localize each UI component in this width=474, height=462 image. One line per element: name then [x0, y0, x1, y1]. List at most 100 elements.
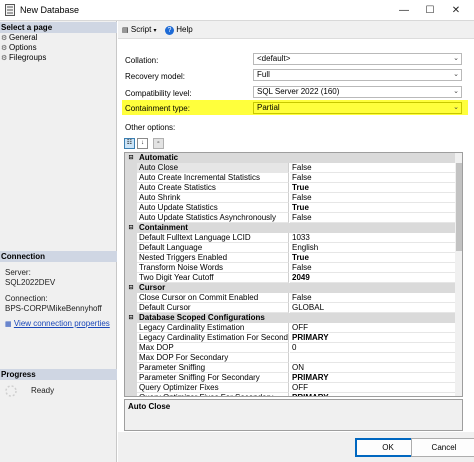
row-margin	[125, 343, 137, 353]
connection-label: Connection:	[5, 294, 48, 303]
row-margin	[125, 163, 137, 173]
property-row[interactable]: Auto Shrink False	[125, 193, 455, 203]
property-row[interactable]: Max DOP 0	[125, 343, 455, 353]
alphabetical-sort-button[interactable]: ↓	[137, 138, 148, 149]
row-margin	[125, 183, 137, 193]
property-value[interactable]: False	[290, 293, 455, 303]
containment-type-combo[interactable]: Partial ⌄	[253, 102, 462, 114]
property-name: Parameter Sniffing For Secondary	[137, 373, 289, 383]
row-margin	[125, 303, 137, 313]
compatibility-level-label: Compatibility level:	[125, 89, 192, 98]
property-value[interactable]: True	[290, 183, 455, 193]
property-value[interactable]: False	[290, 263, 455, 273]
row-margin	[125, 233, 137, 243]
property-pages-button[interactable]: ▫	[153, 138, 164, 149]
close-button[interactable]: ✕	[443, 0, 469, 21]
left-pane: Select a page ⚙ General ⚙ Options ⚙ Filegro…	[0, 21, 117, 462]
property-row[interactable]: Two Digit Year Cutoff 2049	[125, 273, 455, 283]
property-name: Auto Update Statistics	[137, 203, 289, 213]
chevron-down-icon: ⌄	[453, 88, 459, 95]
property-row[interactable]: Auto Update Statistics Asynchronously Fal…	[125, 213, 455, 223]
property-category-row[interactable]: ⊟ Containment	[125, 223, 455, 233]
property-value[interactable]: 2049	[290, 273, 455, 283]
main-pane: ▤ Script ▾ ? Help Collation: <default> ⌄…	[118, 21, 474, 462]
row-margin	[125, 213, 137, 223]
chevron-down-icon: ⌄	[453, 71, 459, 78]
view-connection-properties-link[interactable]: ▦ View connection properties	[5, 319, 110, 330]
property-category-row[interactable]: ⊟ Database Scoped Configurations	[125, 313, 455, 323]
property-row[interactable]: Nested Triggers Enabled True	[125, 253, 455, 263]
az-sort-icon: ↓	[141, 140, 144, 146]
property-row[interactable]: Auto Create Incremental Statistics False	[125, 173, 455, 183]
chevron-down-icon: ⌄	[453, 55, 459, 62]
property-value[interactable]: False	[290, 173, 455, 183]
recovery-model-combo[interactable]: Full ⌄	[253, 69, 462, 81]
properties-icon: ▦	[5, 321, 12, 328]
collation-label: Collation:	[125, 56, 159, 65]
property-row[interactable]: Max DOP For Secondary	[125, 353, 455, 363]
row-margin	[125, 393, 137, 396]
property-row[interactable]: Close Cursor on Commit Enabled False	[125, 293, 455, 303]
property-value[interactable]: True	[290, 203, 455, 213]
property-value[interactable]: ON	[290, 363, 455, 373]
minimize-button[interactable]: —	[391, 0, 417, 21]
property-row[interactable]: Query Optimizer Fixes For SecondaryPRIMA…	[125, 393, 455, 396]
property-category-row[interactable]: ⊟ Cursor	[125, 283, 455, 293]
help-button[interactable]: ? Help	[165, 24, 193, 36]
cancel-button[interactable]: Cancel	[411, 438, 474, 457]
property-value[interactable]: OFF	[290, 383, 455, 393]
property-name: Query Optimizer Fixes For Secondary	[137, 393, 289, 396]
property-value[interactable]	[290, 353, 455, 363]
row-margin	[125, 243, 137, 253]
collapse-icon[interactable]: ⊟	[125, 223, 137, 233]
collapse-icon[interactable]: ⊟	[125, 283, 137, 293]
property-row[interactable]: Default Fulltext Language LCID 1033	[125, 233, 455, 243]
categorized-sort-button[interactable]: ☷	[124, 138, 135, 149]
property-row[interactable]: Transform Noise Words False	[125, 263, 455, 273]
page-item-options[interactable]: ⚙ Options	[1, 43, 37, 53]
collapse-icon[interactable]: ⊟	[125, 313, 137, 323]
compatibility-level-combo[interactable]: SQL Server 2022 (160) ⌄	[253, 86, 462, 98]
property-row[interactable]: Query Optimizer Fixes OFF	[125, 383, 455, 393]
property-row[interactable]: Default Language English	[125, 243, 455, 253]
property-value[interactable]: PRIMARY	[290, 333, 455, 343]
property-row[interactable]: Auto Create Statistics True	[125, 183, 455, 193]
category-name: Cursor	[139, 283, 166, 292]
property-value[interactable]: PRIMARY	[290, 373, 455, 383]
property-value[interactable]: OFF	[290, 323, 455, 333]
script-button[interactable]: ▤ Script ▾	[122, 24, 157, 37]
scrollbar-thumb[interactable]	[456, 163, 462, 251]
property-row[interactable]: Legacy Cardinality Estimation For Second…	[125, 333, 455, 343]
property-value[interactable]: 1033	[290, 233, 455, 243]
category-name: Containment	[139, 223, 188, 232]
property-value[interactable]: True	[290, 253, 455, 263]
row-margin	[125, 263, 137, 273]
property-value[interactable]: 0	[290, 343, 455, 353]
property-value[interactable]: PRIMARY	[290, 393, 455, 396]
row-margin	[125, 193, 137, 203]
chevron-down-icon: ⌄	[453, 104, 459, 111]
property-value[interactable]: GLOBAL	[290, 303, 455, 313]
property-row[interactable]: Parameter Sniffing For Secondary PRIMARY	[125, 373, 455, 383]
property-value[interactable]: False	[290, 193, 455, 203]
row-margin	[125, 363, 137, 373]
property-value[interactable]: False	[290, 213, 455, 223]
page-item-filegroups[interactable]: ⚙ Filegroups	[1, 53, 46, 63]
page-item-general[interactable]: ⚙ General	[1, 33, 37, 43]
property-category-row[interactable]: ⊟ Automatic	[125, 153, 455, 163]
maximize-button[interactable]: ☐	[417, 0, 443, 21]
property-row[interactable]: Auto Close False	[125, 163, 455, 173]
property-row[interactable]: Legacy Cardinality Estimation OFF	[125, 323, 455, 333]
title-bar: New Database — ☐ ✕	[0, 0, 474, 21]
property-row[interactable]: Parameter Sniffing ON	[125, 363, 455, 373]
property-value[interactable]: False	[290, 163, 455, 173]
property-grid[interactable]: ⊟ Automatic Auto Close False Auto Create Inc…	[124, 152, 463, 397]
collation-combo[interactable]: <default> ⌄	[253, 53, 462, 65]
property-grid-scrollbar[interactable]	[455, 153, 462, 396]
progress-status: Ready	[31, 386, 55, 395]
property-row[interactable]: Auto Update Statistics True	[125, 203, 455, 213]
property-row[interactable]: Default Cursor GLOBAL	[125, 303, 455, 313]
collapse-icon[interactable]: ⊟	[125, 153, 137, 163]
property-name: Auto Create Incremental Statistics	[137, 173, 289, 183]
property-value[interactable]: English	[290, 243, 455, 253]
